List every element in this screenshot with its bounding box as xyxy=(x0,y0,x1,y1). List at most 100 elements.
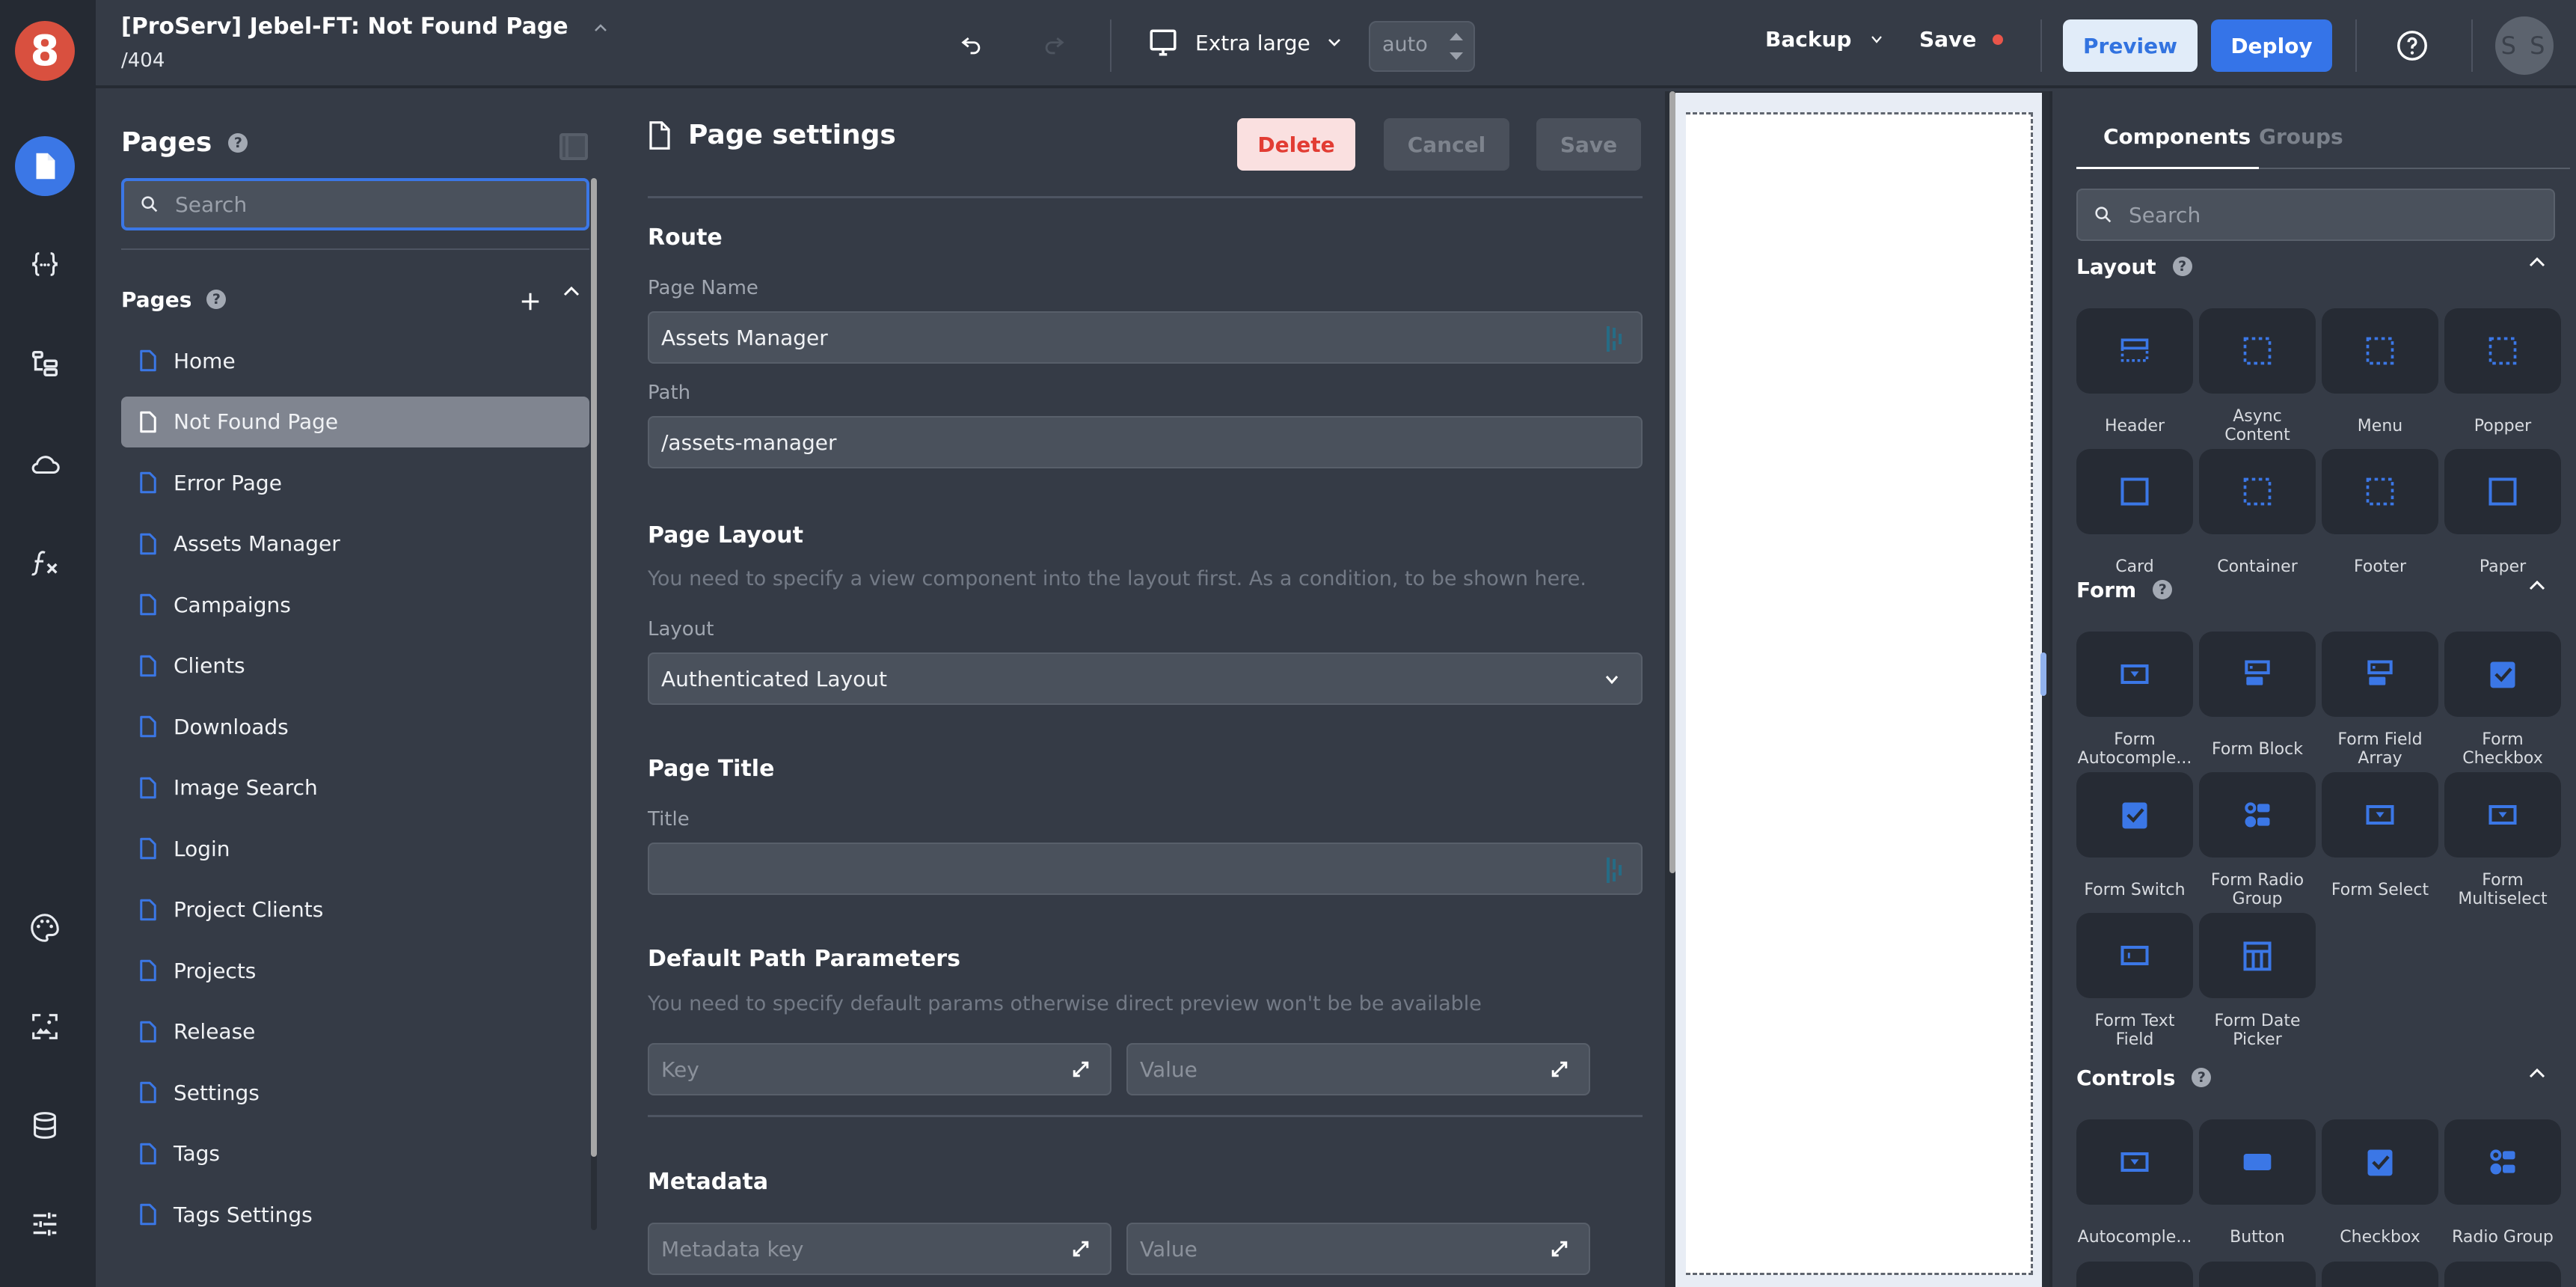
expand-icon[interactable] xyxy=(1070,1058,1092,1080)
path-input[interactable]: /assets-manager xyxy=(648,416,1643,468)
component-tile-box[interactable] xyxy=(2444,1119,2561,1205)
component-tile[interactable]: Form Select xyxy=(2322,772,2438,913)
page-list-item[interactable]: Image Search xyxy=(121,762,589,813)
rail-tree-button[interactable] xyxy=(15,334,75,394)
component-tile-box[interactable] xyxy=(2199,1119,2316,1205)
component-tile-box[interactable] xyxy=(2322,449,2438,534)
help-icon[interactable]: ? xyxy=(2172,257,2192,276)
page-list-item[interactable]: Login xyxy=(121,823,589,874)
component-tile[interactable] xyxy=(2199,1262,2316,1287)
page-list-item[interactable]: Error Page xyxy=(121,457,589,508)
help-icon[interactable]: ? xyxy=(228,132,248,153)
metadata-value-input[interactable]: Value xyxy=(1126,1223,1590,1275)
rail-database-button[interactable] xyxy=(15,1095,75,1155)
component-tile-box[interactable] xyxy=(2076,772,2193,858)
user-avatar[interactable]: S S xyxy=(2495,16,2554,75)
rail-media-button[interactable] xyxy=(15,997,75,1057)
component-tile[interactable]: Checkbox xyxy=(2322,1119,2438,1260)
component-tile[interactable]: Form Multiselect xyxy=(2444,772,2561,913)
expand-icon[interactable] xyxy=(1070,1238,1092,1260)
page-list-item[interactable]: Clients xyxy=(121,641,589,691)
device-selector[interactable]: Extra large xyxy=(1147,27,1342,58)
components-search-input[interactable]: Search xyxy=(2076,189,2555,241)
page-list-item[interactable]: Tags Settings xyxy=(121,1189,589,1240)
component-tile[interactable]: Radio Group xyxy=(2444,1119,2561,1260)
tab-groups[interactable]: Groups xyxy=(2259,124,2343,149)
component-tile[interactable]: Async Content xyxy=(2199,308,2316,449)
save-button[interactable]: Save xyxy=(1919,27,2004,52)
component-tile[interactable]: Form Autocomple... xyxy=(2076,632,2193,772)
decrement-arrow-icon[interactable] xyxy=(1450,52,1463,60)
component-tile-box[interactable] xyxy=(2076,913,2193,998)
deploy-button[interactable]: Deploy xyxy=(2211,19,2332,72)
title-input[interactable] xyxy=(648,843,1643,895)
component-tile-box[interactable] xyxy=(2199,632,2316,717)
component-tile[interactable]: Form Text Field xyxy=(2076,913,2193,1054)
component-tile-box[interactable] xyxy=(2444,772,2561,858)
component-tile[interactable]: Footer xyxy=(2322,449,2438,590)
component-tile[interactable] xyxy=(2444,1262,2561,1287)
help-icon[interactable]: ? xyxy=(2192,1068,2212,1087)
canvas-width-stepper[interactable]: auto xyxy=(1369,21,1475,72)
page-list-item[interactable]: Campaigns xyxy=(121,579,589,630)
preview-button[interactable]: Preview xyxy=(2063,19,2198,72)
page-list-item[interactable]: Release xyxy=(121,1006,589,1057)
component-tile-box[interactable] xyxy=(2076,449,2193,534)
component-tile-box[interactable] xyxy=(2076,1262,2193,1287)
page-list-item[interactable]: Downloads xyxy=(121,701,589,752)
canvas-resize-handle[interactable] xyxy=(2040,652,2046,696)
chevron-up-icon[interactable] xyxy=(594,18,607,37)
component-tile-box[interactable] xyxy=(2199,449,2316,534)
save-settings-button[interactable]: Save xyxy=(1536,118,1641,171)
component-tile[interactable]: Form Date Picker xyxy=(2199,913,2316,1054)
settings-scrollbar-thumb[interactable] xyxy=(1669,91,1675,873)
page-list-item[interactable]: Tags xyxy=(121,1128,589,1179)
page-list-item[interactable]: Assets Manager xyxy=(121,519,589,569)
page-list-item[interactable]: Projects xyxy=(121,945,589,996)
pages-search-input[interactable]: Search xyxy=(121,178,589,230)
delete-page-button[interactable]: Delete xyxy=(1237,118,1355,171)
help-icon[interactable]: ? xyxy=(2153,580,2173,599)
component-tile-box[interactable] xyxy=(2322,308,2438,394)
page-list-item[interactable]: Project Clients xyxy=(121,884,589,935)
backup-menu-button[interactable]: Backup xyxy=(1765,27,1884,52)
page-list-item[interactable]: Settings xyxy=(121,1067,589,1118)
component-tile[interactable]: Form Field Array xyxy=(2322,632,2438,772)
cancel-button[interactable]: Cancel xyxy=(1384,118,1509,171)
help-icon[interactable]: ? xyxy=(206,290,227,309)
rail-variables-button[interactable] xyxy=(15,235,75,295)
param-value-input[interactable]: Value xyxy=(1126,1043,1590,1095)
component-tile-box[interactable] xyxy=(2322,1119,2438,1205)
collapse-category-button[interactable] xyxy=(2528,1067,2546,1082)
page-list-item[interactable]: Not Found Page xyxy=(121,396,589,447)
help-button[interactable] xyxy=(2393,27,2431,64)
component-tile[interactable]: Form Block xyxy=(2199,632,2316,772)
collapse-pages-button[interactable] xyxy=(562,285,580,300)
redo-button[interactable] xyxy=(1035,27,1073,64)
collapse-category-button[interactable] xyxy=(2528,256,2546,271)
expand-icon[interactable] xyxy=(1548,1238,1571,1260)
pages-scrollbar-thumb[interactable] xyxy=(591,178,597,1157)
component-tile-box[interactable] xyxy=(2199,772,2316,858)
code-binding-icon[interactable] xyxy=(1607,858,1625,883)
metadata-key-input[interactable]: Metadata key xyxy=(648,1223,1111,1275)
component-tile[interactable]: Autocomple... xyxy=(2076,1119,2193,1260)
component-tile[interactable] xyxy=(2076,1262,2193,1287)
component-tile[interactable]: Card xyxy=(2076,449,2193,590)
component-tile-box[interactable] xyxy=(2076,1119,2193,1205)
component-tile[interactable]: Menu xyxy=(2322,308,2438,449)
component-tile[interactable]: Form Checkbox xyxy=(2444,632,2561,772)
component-tile-box[interactable] xyxy=(2444,449,2561,534)
add-page-button[interactable] xyxy=(519,284,542,320)
component-tile[interactable]: Form Switch xyxy=(2076,772,2193,913)
param-key-input[interactable]: Key xyxy=(648,1043,1111,1095)
component-tile-box[interactable] xyxy=(2322,632,2438,717)
rail-functions-button[interactable] xyxy=(15,533,75,593)
component-tile-box[interactable] xyxy=(2199,1262,2316,1287)
tab-components[interactable]: Components xyxy=(2103,124,2251,149)
project-title[interactable]: [ProServ] Jebel-FT: Not Found Page xyxy=(121,13,607,40)
toggle-panel-icon[interactable] xyxy=(559,133,588,160)
component-tile[interactable]: Header xyxy=(2076,308,2193,449)
component-tile[interactable] xyxy=(2322,1262,2438,1287)
rail-settings-button[interactable] xyxy=(15,1194,75,1254)
